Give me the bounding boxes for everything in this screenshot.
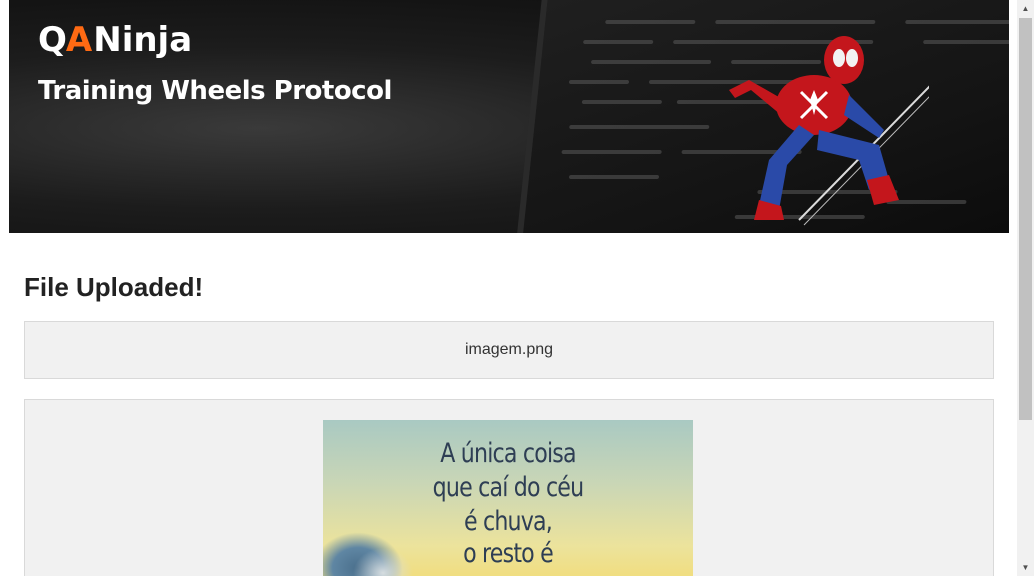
logo-q: Q xyxy=(38,20,67,60)
header-banner: QA Ninja Training Wheels Protocol xyxy=(9,0,1009,233)
chevron-up-icon[interactable]: ▲ xyxy=(1017,0,1034,17)
qaninja-logo[interactable]: QA Ninja xyxy=(38,20,192,60)
uploaded-filename-panel: imagem.png xyxy=(24,321,994,379)
tagline: Training Wheels Protocol xyxy=(38,76,392,106)
uploaded-image-preview: A única coisa que caí do céu é chuva, o … xyxy=(323,420,693,576)
uploaded-filename: imagem.png xyxy=(464,341,554,358)
logo-name: Ninja xyxy=(93,20,193,60)
chevron-down-icon[interactable]: ▼ xyxy=(1017,559,1034,576)
quote-line-4: o resto é xyxy=(463,538,554,569)
quote-line-3: é chuva, xyxy=(463,506,553,537)
vertical-scrollbar[interactable]: ▲ ▼ xyxy=(1017,0,1034,576)
spider-man-illustration xyxy=(729,36,929,226)
page-title: File Uploaded! xyxy=(24,272,204,302)
logo-a: A xyxy=(65,20,92,60)
quote-line-1: A única coisa xyxy=(440,438,576,469)
uploaded-image-panel: A única coisa que caí do céu é chuva, o … xyxy=(24,399,994,576)
scrollbar-thumb[interactable] xyxy=(1019,18,1032,420)
quote-line-2: que caí do céu xyxy=(432,472,584,503)
